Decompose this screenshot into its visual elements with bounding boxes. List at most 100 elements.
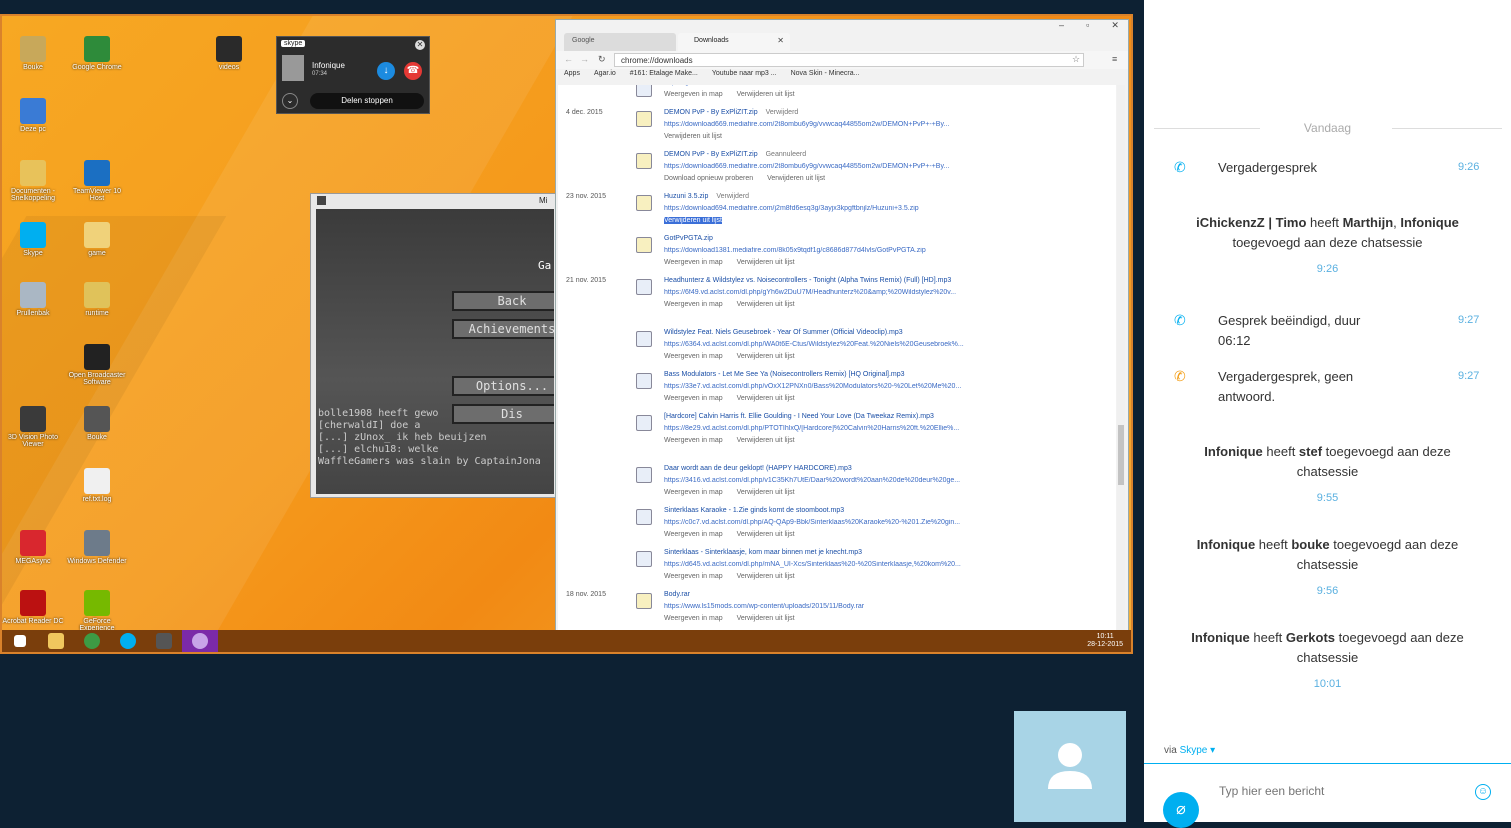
download-action-link[interactable]: Verwijderen uit lijst xyxy=(737,259,795,266)
desktop-icon[interactable]: Acrobat Reader DC xyxy=(2,590,64,625)
desktop-icon[interactable]: ref.txt.log xyxy=(66,468,128,503)
chevron-down-icon[interactable]: ⌄ xyxy=(282,93,298,109)
bookmark-item[interactable]: Youtube naar mp3 ... xyxy=(712,70,777,77)
download-action-link[interactable]: Verwijderen uit lijst xyxy=(737,91,795,98)
desktop-icon[interactable]: Skype xyxy=(2,222,64,257)
menu-icon[interactable]: ≡ xyxy=(1112,54,1117,64)
desktop-icon[interactable]: Bouke xyxy=(2,36,64,71)
bookmark-item[interactable]: Nova Skin - Minecra... xyxy=(791,70,860,77)
download-url[interactable]: https://33e7.vd.aclst.com/dl.php/vOxX12P… xyxy=(664,383,964,390)
chevron-down-icon[interactable]: ▾ xyxy=(1210,745,1215,756)
hangup-button[interactable]: ☎ xyxy=(404,62,422,80)
download-url[interactable]: https://download669.mediafire.com/2t8omb… xyxy=(664,121,964,128)
options-button[interactable]: Options... xyxy=(452,376,554,396)
chrome-taskbar-button[interactable] xyxy=(74,630,110,652)
mute-button[interactable]: ↓ xyxy=(377,62,395,80)
download-action-link[interactable]: Verwijderen uit lijst xyxy=(737,353,795,360)
download-filename[interactable]: Bass Modulators - Let Me See Ya (Noiseco… xyxy=(664,371,905,378)
tab-downloads[interactable]: Downloads ✕ xyxy=(678,33,790,51)
desktop-icon[interactable]: Google Chrome xyxy=(66,36,128,71)
desktop-icon[interactable]: videos xyxy=(198,36,260,71)
download-url[interactable]: https://www.ls15mods.com/wp-content/uplo… xyxy=(664,603,964,610)
close-button[interactable]: ✕ xyxy=(1111,20,1119,34)
download-url[interactable]: https://3416.vd.aclst.com/dl.php/v1C35Kh… xyxy=(664,477,964,484)
download-action-link[interactable]: Verwijderen uit lijst xyxy=(737,437,795,444)
download-filename[interactable]: Sinterklaas - Sinterklaasje, kom maar bi… xyxy=(664,549,862,556)
minecraft-taskbar-button[interactable] xyxy=(146,630,182,652)
desktop-icon[interactable]: GeForce Experience xyxy=(66,590,128,632)
download-action-link[interactable]: Verwijderen uit lijst xyxy=(737,301,795,308)
maximize-button[interactable]: ▫ xyxy=(1086,20,1089,34)
desktop-icon[interactable]: Prullenbak xyxy=(2,282,64,317)
download-action-link[interactable]: Verwijderen uit lijst xyxy=(737,531,795,538)
download-action-link[interactable]: Weergeven in map xyxy=(664,259,723,266)
download-action-link[interactable]: Weergeven in map xyxy=(664,437,723,444)
download-action-link[interactable]: Weergeven in map xyxy=(664,395,723,402)
bookmark-item[interactable]: #161: Etalage Make... xyxy=(630,70,698,77)
emoji-icon[interactable]: ☺ xyxy=(1475,784,1491,800)
desktop-icon[interactable]: MEGAsync xyxy=(2,530,64,565)
star-icon[interactable]: ☆ xyxy=(1072,54,1080,65)
desktop-icon[interactable]: 3D Vision Photo Viewer xyxy=(2,406,64,448)
download-filename[interactable]: Sinterklaas Karaoke - 1.Zie ginds komt d… xyxy=(664,507,844,514)
download-action-link[interactable]: Weergeven in map xyxy=(664,301,723,308)
download-action-link[interactable]: Verwijderen uit lijst xyxy=(737,573,795,580)
scrollbar[interactable] xyxy=(1117,85,1125,632)
desktop-icon[interactable]: Deze pc xyxy=(2,98,64,133)
download-filename[interactable]: Wildstylez Feat. Niels Geusebroek - Year… xyxy=(664,329,903,336)
download-action-link[interactable]: Download opnieuw proberen xyxy=(664,175,753,182)
back-button[interactable]: Back xyxy=(452,291,554,311)
tab-google[interactable]: Google xyxy=(564,33,676,51)
service-selector[interactable]: Skype xyxy=(1180,745,1208,756)
close-tab-icon[interactable]: ✕ xyxy=(777,36,784,45)
download-filename[interactable]: [Hardcore] Calvin Harris ft. Ellie Gould… xyxy=(664,413,934,420)
download-url[interactable]: https://6f49.vd.aclst.com/dl.php/gYh6w2D… xyxy=(664,289,964,296)
back-arrow-icon[interactable]: ← xyxy=(564,54,573,64)
attach-button[interactable]: ⌀ xyxy=(1163,792,1199,828)
desktop-icon[interactable]: Bouke xyxy=(66,406,128,441)
download-action-link[interactable]: Verwijderen uit lijst xyxy=(737,489,795,496)
download-action-link[interactable]: Weergeven in map xyxy=(664,489,723,496)
disconnect-button[interactable]: Dis xyxy=(452,404,554,424)
desktop-icon[interactable]: runtime xyxy=(66,282,128,317)
download-filename[interactable]: DEMON PvP - By ExPliZIT.zip Geannuleerd xyxy=(664,151,806,158)
download-url[interactable]: https://github-cloud.s3.amazonaws.com/re… xyxy=(664,85,964,86)
download-url[interactable]: https://download1381.mediafire.com/8k05x… xyxy=(664,247,964,254)
system-clock[interactable]: 10:11 28-12-2015 xyxy=(1087,633,1123,649)
download-url[interactable]: https://download694.mediafire.com/j2m8fd… xyxy=(664,205,964,212)
download-action-link[interactable]: Weergeven in map xyxy=(664,353,723,360)
address-bar[interactable]: chrome://downloads xyxy=(614,53,1084,67)
message-input[interactable] xyxy=(1219,782,1459,800)
download-filename[interactable]: DEMON PvP - By ExPliZIT.zip Verwijderd xyxy=(664,109,798,116)
download-action-link[interactable]: Verwijderen uit lijst xyxy=(737,395,795,402)
desktop-icon[interactable]: TeamViewer 10 Host xyxy=(66,160,128,202)
download-url[interactable]: https://download669.mediafire.com/2t8omb… xyxy=(664,163,964,170)
download-action-link[interactable]: Verwijderen uit lijst xyxy=(664,133,722,140)
download-filename[interactable]: GotPvPGTA.zip xyxy=(664,235,713,242)
download-url[interactable]: https://d645.vd.aclst.com/dl.php/mNA_UI-… xyxy=(664,561,964,568)
search-taskbar-button[interactable] xyxy=(182,630,218,652)
desktop-icon[interactable]: game xyxy=(66,222,128,257)
forward-arrow-icon[interactable]: → xyxy=(580,54,589,64)
download-filename[interactable]: Huzuni 3.5.zip Verwijderd xyxy=(664,193,749,200)
download-action-link[interactable]: Weergeven in map xyxy=(664,531,723,538)
close-icon[interactable]: ✕ xyxy=(415,40,425,50)
download-url[interactable]: https://6364.vd.aclst.com/dl.php/WA0t6E-… xyxy=(664,341,964,348)
download-action-link[interactable]: Verwijderen uit lijst xyxy=(737,615,795,622)
download-url[interactable]: https://8e29.vd.aclst.com/dl.php/PTOTIhl… xyxy=(664,425,964,432)
scrollbar-thumb[interactable] xyxy=(1118,425,1124,485)
desktop-icon[interactable]: Open Broadcaster Software xyxy=(66,344,128,386)
download-action-link[interactable]: Weergeven in map xyxy=(664,573,723,580)
download-filename[interactable]: Body.rar xyxy=(664,591,690,598)
download-action-link[interactable]: Weergeven in map xyxy=(664,91,723,98)
download-url[interactable]: https://c0c7.vd.aclst.com/dl.php/AQ-QAp9… xyxy=(664,519,964,526)
explorer-taskbar-button[interactable] xyxy=(38,630,74,652)
download-filename[interactable]: Headhunterz & Wildstylez vs. Noisecontro… xyxy=(664,277,951,284)
skype-taskbar-button[interactable] xyxy=(110,630,146,652)
bookmark-item[interactable]: Agar.io xyxy=(594,70,616,77)
download-action-link[interactable]: Verwijderen uit lijst xyxy=(664,217,722,224)
stop-sharing-button[interactable]: Delen stoppen xyxy=(310,93,424,109)
desktop-icon[interactable]: Windows Defender xyxy=(66,530,128,565)
download-action-link[interactable]: Verwijderen uit lijst xyxy=(767,175,825,182)
minimize-button[interactable]: – xyxy=(1059,20,1064,34)
